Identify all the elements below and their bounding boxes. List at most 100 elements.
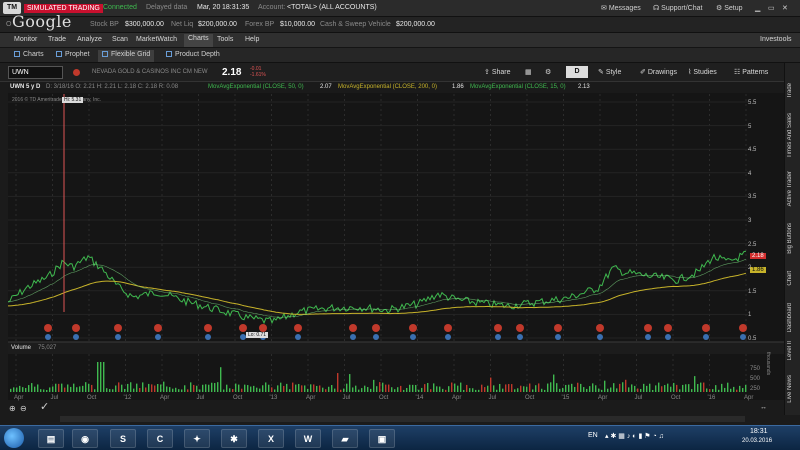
volume-bar	[310, 384, 312, 392]
share-button[interactable]: ⇪ Share	[484, 68, 511, 76]
setup-button[interactable]: ⚙ Setup	[716, 4, 743, 12]
zoom-icon[interactable]: ⊖	[20, 404, 27, 413]
chart-scrollbar[interactable]	[60, 416, 745, 422]
time-axis-tick: '12	[123, 395, 132, 401]
price-axis-tick: 3.5	[748, 194, 757, 201]
volume-bar	[505, 384, 507, 392]
side-tab[interactable]: Live News	[787, 375, 799, 403]
volume-bar	[73, 383, 75, 392]
patterns-button[interactable]: ☷ Patterns	[734, 68, 768, 76]
ema15-label: MovAvgExponential (CLOSE, 15, 0)	[470, 84, 566, 90]
word-app[interactable]: W	[295, 429, 321, 448]
explorer-app[interactable]: ▤	[38, 429, 64, 448]
volume-bar	[406, 388, 408, 392]
earnings-marker	[155, 334, 161, 340]
volume-bar	[40, 389, 42, 392]
menu-trade[interactable]: Trade	[48, 36, 66, 43]
price-change: -0.01 -1.61%	[250, 66, 266, 78]
excel-app[interactable]: X	[258, 429, 284, 448]
app-c[interactable]: C	[147, 429, 173, 448]
time-axis-tick: Jul	[488, 395, 497, 401]
maximize-button[interactable]: ▭	[768, 4, 775, 12]
volume-bar	[649, 383, 651, 392]
time-axis-tick: Jul	[196, 395, 205, 401]
menu-tools[interactable]: Tools	[217, 36, 233, 43]
notes-app[interactable]: ▰	[332, 429, 358, 448]
chrome-app[interactable]: ◉	[72, 429, 98, 448]
volume-bar	[700, 382, 702, 392]
menu-scan[interactable]: Scan	[112, 36, 128, 43]
time-axis-tick: Apr	[306, 395, 316, 401]
volume-bar	[157, 383, 159, 392]
menu-analyze[interactable]: Analyze	[77, 36, 102, 43]
twitter-app[interactable]: ✦	[184, 429, 210, 448]
symbol-input[interactable]: UWN	[8, 66, 63, 79]
tab-charts[interactable]: Charts	[10, 50, 48, 62]
tab-product-depth[interactable]: Product Depth	[162, 50, 224, 62]
style-button[interactable]: ✎ Style	[598, 68, 621, 76]
account-selector[interactable]: <TOTAL> (ALL ACCOUNTS)	[287, 4, 377, 11]
minimize-button[interactable]: ▁	[755, 4, 760, 12]
start-button[interactable]	[4, 428, 24, 448]
settings-icon[interactable]: ⚙	[545, 68, 551, 76]
event-marker	[739, 324, 747, 332]
volume-bar	[328, 386, 330, 392]
time-axis-tick: Oct	[87, 395, 97, 401]
side-tab[interactable]: Level II	[787, 341, 799, 360]
tab-prophet[interactable]: Prophet	[52, 50, 94, 62]
event-marker	[114, 324, 122, 332]
time-axis-tick: Apr	[598, 395, 608, 401]
menu-charts[interactable]: Charts	[184, 34, 213, 47]
volume-bar	[130, 382, 132, 392]
language-indicator[interactable]: EN	[588, 432, 598, 439]
price-chart-panel[interactable]	[7, 82, 784, 400]
volume-bar	[616, 388, 618, 392]
side-tab[interactable]: Dashboard	[787, 303, 799, 332]
close-button[interactable]: ✕	[782, 4, 788, 12]
volume-bar	[124, 388, 126, 392]
tab-flexible-grid[interactable]: Flexible Grid	[98, 50, 155, 62]
thinkorswim-app[interactable]: ✱	[221, 429, 247, 448]
volume-bar	[736, 389, 738, 392]
volume-bar	[610, 387, 612, 392]
support-chat-button[interactable]: ☊ Support/Chat	[653, 4, 702, 12]
volume-bar	[571, 383, 573, 392]
volume-bar	[280, 382, 282, 392]
volume-bar	[220, 367, 222, 392]
earnings-marker	[205, 334, 211, 340]
drawing-tool-icon[interactable]: ✓	[40, 400, 49, 413]
side-tab[interactable]: Active Trader	[787, 171, 799, 206]
volume-bar	[742, 388, 744, 392]
chart-header: UWN 5 y D	[10, 84, 41, 90]
drawings-button[interactable]: ✐ Drawings	[640, 68, 677, 76]
volume-bar	[592, 383, 594, 392]
volume-bar	[451, 382, 453, 392]
calendar-icon[interactable]: ▦	[525, 68, 532, 76]
menu-marketwatch[interactable]: MarketWatch	[136, 36, 177, 43]
alert-dot-icon[interactable]	[73, 69, 80, 76]
volume-bar	[727, 382, 729, 392]
event-marker	[444, 324, 452, 332]
side-tab[interactable]: Big Buttons	[787, 223, 799, 254]
side-tab[interactable]: Trade	[787, 83, 799, 98]
menu-help[interactable]: Help	[245, 36, 259, 43]
messages-button[interactable]: ✉ Messages	[601, 4, 641, 12]
forex-bp-label: Forex BP	[245, 21, 275, 28]
volume-bar	[205, 384, 207, 392]
window-app[interactable]: ▣	[369, 429, 395, 448]
volume-bar	[181, 389, 183, 392]
volume-bar	[43, 389, 45, 392]
expand-icon[interactable]: ↔	[760, 404, 767, 411]
skype-app[interactable]: S	[110, 429, 136, 448]
timeframe-selector[interactable]: D	[566, 66, 588, 78]
tray-icons[interactable]: ▴ ✱ ▦ ♪ ◐ ▮ ⚑ ◔ ♫	[605, 432, 664, 440]
menu-monitor[interactable]: Monitor	[14, 36, 37, 43]
crosshair-icon[interactable]: ⊕	[9, 404, 16, 413]
studies-button[interactable]: ⌇ Studies	[688, 68, 717, 76]
time-axis-tick: Oct	[379, 395, 389, 401]
side-tab[interactable]: Times And Sales	[787, 113, 799, 158]
volume-bar	[394, 389, 396, 392]
menu-investools[interactable]: Investools	[760, 36, 792, 43]
volume-bar	[325, 389, 327, 392]
side-tab[interactable]: Chart	[787, 271, 799, 286]
